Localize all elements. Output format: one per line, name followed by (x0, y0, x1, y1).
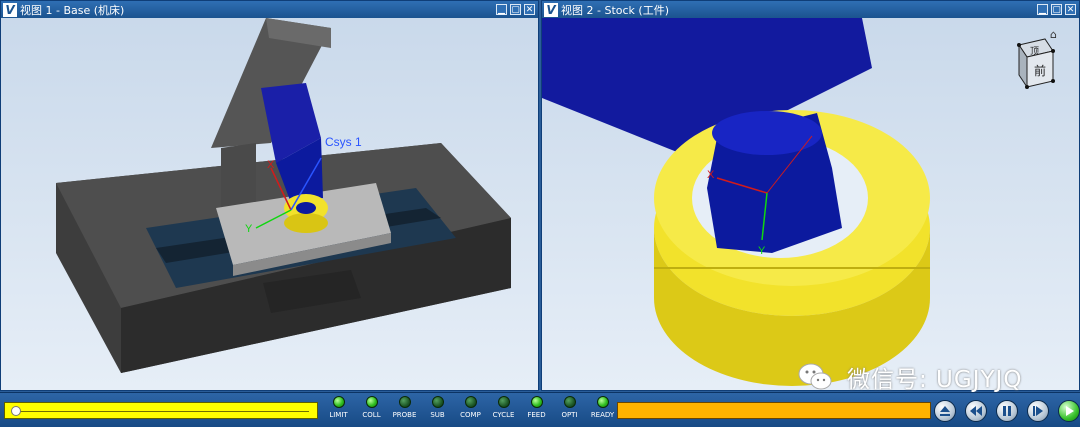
app-logo-icon: V (544, 2, 558, 17)
slider-track (15, 411, 309, 412)
status-light-feed[interactable]: FEED (520, 396, 553, 419)
view-1-titlebar: V 视图 1 - Base (机床) ▁ ▢ ✕ (1, 1, 538, 18)
watermark: 微信号: UGJYJQ (797, 360, 1022, 394)
vericut-window: V 视图 1 - Base (机床) ▁ ▢ ✕ X Y Csys 1 V 视图… (0, 0, 1080, 427)
view-1-pane[interactable]: V 视图 1 - Base (机床) ▁ ▢ ✕ X Y Csys 1 (0, 0, 539, 391)
view-2-pane[interactable]: V 视图 2 - Stock (工件) ▁ ▢ ✕ X Y ⌂ 顶 前 (541, 0, 1080, 391)
led-icon (365, 396, 378, 408)
viewcube-top-face[interactable]: 顶 (1030, 46, 1039, 57)
led-icon (464, 396, 477, 408)
stock-view-canvas[interactable]: X Y (542, 18, 1080, 391)
simulation-control-bar: LIMIT COLL PROBE SUB COMP CYCLE FEED OPT… (0, 392, 1080, 427)
status-light-ready[interactable]: READY (586, 396, 619, 419)
minimize-icon[interactable]: ▁ (1037, 4, 1048, 15)
led-icon (431, 396, 444, 408)
led-icon (530, 396, 543, 408)
close-icon[interactable]: ✕ (524, 4, 535, 15)
csys-x-label: X (267, 159, 275, 171)
csys-y-label: Y (758, 245, 766, 257)
status-light-probe[interactable]: PROBE (388, 396, 421, 419)
led-icon (596, 396, 609, 408)
restore-icon[interactable]: ▢ (510, 4, 521, 15)
app-logo-icon: V (3, 2, 17, 17)
wechat-icon (798, 363, 832, 390)
watermark-text: 微信号: UGJYJQ (847, 367, 1023, 393)
pause-icon[interactable] (996, 400, 1018, 422)
view-2-title: 视图 2 - Stock (工件) (561, 3, 669, 17)
status-light-sub[interactable]: SUB (421, 396, 454, 419)
status-lights: LIMIT COLL PROBE SUB COMP CYCLE FEED OPT… (322, 396, 619, 419)
step-forward-icon[interactable] (1027, 400, 1049, 422)
csys-x-label: X (707, 169, 715, 181)
eject-icon[interactable] (934, 400, 956, 422)
machine-view-canvas[interactable]: X Y Csys 1 (1, 18, 539, 391)
view-2-titlebar: V 视图 2 - Stock (工件) ▁ ▢ ✕ (542, 1, 1079, 18)
slider-thumb[interactable] (11, 406, 21, 416)
simulation-speed-slider[interactable] (4, 402, 318, 419)
led-icon (563, 396, 576, 408)
status-light-cycle[interactable]: CYCLE (487, 396, 520, 419)
playback-controls (934, 400, 1080, 422)
close-icon[interactable]: ✕ (1065, 4, 1076, 15)
simulation-progress-bar (617, 402, 931, 419)
status-light-opti[interactable]: OPTI (553, 396, 586, 419)
view-cube[interactable]: ⌂ 顶 前 (1007, 23, 1063, 93)
view-1-title: 视图 1 - Base (机床) (20, 3, 125, 17)
led-icon (398, 396, 411, 408)
status-light-limit[interactable]: LIMIT (322, 396, 355, 419)
play-icon[interactable] (1058, 400, 1080, 422)
csys-y-label: Y (245, 223, 253, 235)
minimize-icon[interactable]: ▁ (496, 4, 507, 15)
rewind-icon[interactable] (965, 400, 987, 422)
restore-icon[interactable]: ▢ (1051, 4, 1062, 15)
status-light-coll[interactable]: COLL (355, 396, 388, 419)
viewcube-front-face[interactable]: 前 (1034, 63, 1046, 78)
led-icon (332, 396, 345, 408)
csys-label: Csys 1 (325, 135, 362, 149)
led-icon (497, 396, 510, 408)
status-light-comp[interactable]: COMP (454, 396, 487, 419)
home-icon[interactable]: ⌂ (1050, 28, 1057, 41)
